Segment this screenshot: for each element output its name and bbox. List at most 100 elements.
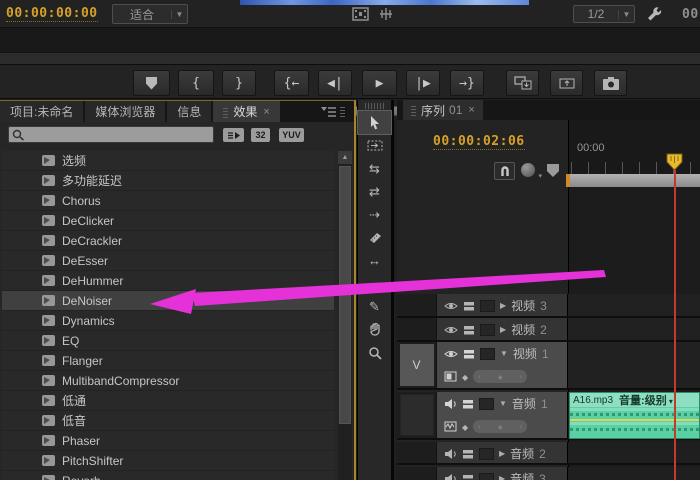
- add-marker-button[interactable]: [133, 70, 170, 96]
- effect-row[interactable]: 多功能延迟: [2, 171, 334, 191]
- film-icon[interactable]: [352, 7, 369, 21]
- slip-tool[interactable]: ↔: [358, 249, 391, 272]
- track-content[interactable]: A16.mp3 音量:级别: [568, 392, 700, 438]
- effect-row[interactable]: 低通: [2, 391, 334, 411]
- bit32-badge[interactable]: 32: [251, 128, 270, 142]
- goto-in-button[interactable]: {←: [274, 70, 309, 96]
- display-style-icon[interactable]: [463, 301, 475, 311]
- close-icon[interactable]: ×: [468, 104, 474, 116]
- disclosure-triangle-icon[interactable]: [499, 449, 505, 458]
- source-patch-audio[interactable]: [400, 394, 434, 436]
- display-style-icon[interactable]: [462, 449, 474, 459]
- speaker-icon[interactable]: [444, 448, 457, 460]
- keyframe-diamond-icon[interactable]: [462, 419, 468, 433]
- wrench-icon[interactable]: [645, 5, 663, 23]
- effect-row[interactable]: Chorus: [2, 191, 334, 211]
- keyframe-nav-control[interactable]: [473, 370, 527, 383]
- sync-lock-toggle[interactable]: [479, 473, 494, 480]
- marker-menu-button[interactable]: [521, 163, 535, 177]
- disclosure-triangle-icon[interactable]: [499, 474, 505, 480]
- tab-project[interactable]: 项目:未命名: [0, 101, 83, 122]
- effects-scrollbar[interactable]: ▲: [338, 151, 352, 480]
- work-area-bar[interactable]: [570, 174, 700, 187]
- accelerated-effects-badge[interactable]: [223, 128, 244, 142]
- fit-select[interactable]: 适合 ▼: [112, 4, 188, 24]
- track-content[interactable]: [568, 442, 700, 463]
- step-back-button[interactable]: ◀|: [318, 70, 352, 96]
- clip-volume-dropdown[interactable]: 音量:级别: [619, 392, 673, 408]
- snap-toggle[interactable]: [494, 162, 515, 180]
- sync-lock-toggle[interactable]: [480, 324, 495, 336]
- duration-timecode[interactable]: 00:: [682, 7, 700, 22]
- tab-effects[interactable]: 效果 ×: [213, 101, 279, 122]
- source-patch-video[interactable]: V: [400, 344, 434, 386]
- tab-media-browser[interactable]: 媒体浏览器: [85, 101, 165, 122]
- audio-clip[interactable]: A16.mp3 音量:级别: [569, 392, 700, 439]
- mark-out-button[interactable]: }: [222, 70, 256, 96]
- disclosure-triangle-icon[interactable]: [499, 399, 507, 408]
- effect-row[interactable]: 选频: [2, 151, 334, 171]
- hand-tool[interactable]: [358, 318, 391, 341]
- effect-row[interactable]: 低音: [2, 411, 334, 431]
- track-content[interactable]: [568, 467, 700, 480]
- selection-tool[interactable]: [358, 111, 391, 134]
- effect-row[interactable]: Phaser: [2, 431, 334, 451]
- disclosure-triangle-icon[interactable]: [500, 301, 506, 310]
- mark-in-button[interactable]: {: [178, 70, 214, 96]
- search-input[interactable]: [29, 129, 213, 141]
- playhead[interactable]: [666, 153, 683, 171]
- tab-info[interactable]: 信息: [167, 101, 211, 122]
- speaker-icon[interactable]: [444, 473, 457, 480]
- display-style-icon[interactable]: [462, 399, 474, 409]
- keyframe-nav-control[interactable]: [473, 420, 527, 433]
- effect-row[interactable]: MultibandCompressor: [2, 371, 334, 391]
- tab-sequence[interactable]: 序列 01 ×: [403, 100, 483, 120]
- track-content[interactable]: [568, 342, 700, 388]
- track-content[interactable]: [568, 294, 700, 316]
- timeline-marker-icon[interactable]: [547, 164, 559, 177]
- rate-stretch-tool[interactable]: ⇢: [358, 203, 391, 226]
- effect-row[interactable]: DeEsser: [2, 251, 334, 271]
- sync-lock-toggle[interactable]: [479, 448, 494, 460]
- eye-icon[interactable]: [444, 301, 458, 311]
- volume-rubber-band[interactable]: [570, 419, 699, 421]
- keyframe-diamond-icon[interactable]: [462, 369, 468, 383]
- sequence-timecode[interactable]: 00:00:02:06: [433, 134, 525, 150]
- effect-row[interactable]: Dynamics: [2, 311, 334, 331]
- effects-search[interactable]: [8, 126, 214, 143]
- scrollbar-thumb[interactable]: [339, 166, 351, 424]
- sync-lock-toggle[interactable]: [479, 398, 494, 410]
- export-frame-button[interactable]: [594, 70, 627, 96]
- razor-tool[interactable]: [358, 226, 391, 249]
- scroll-up-icon[interactable]: ▲: [338, 151, 352, 164]
- effect-row[interactable]: EQ: [2, 331, 334, 351]
- ripple-edit-tool[interactable]: ⇆: [358, 157, 391, 180]
- effect-row[interactable]: PitchShifter: [2, 451, 334, 471]
- display-style-icon[interactable]: [463, 325, 475, 335]
- panel-menu-icon[interactable]: [320, 106, 336, 118]
- track-content[interactable]: [568, 318, 700, 340]
- effect-row-denoiser[interactable]: DeNoiser: [2, 291, 334, 311]
- track-select-tool[interactable]: [358, 134, 391, 157]
- eye-icon[interactable]: [444, 349, 458, 359]
- pen-tool[interactable]: ✎: [358, 295, 391, 318]
- effect-row[interactable]: Reverb: [2, 471, 334, 480]
- export-to-tape-button[interactable]: [506, 70, 539, 96]
- speaker-icon[interactable]: [444, 398, 457, 410]
- lift-button[interactable]: [550, 70, 583, 96]
- slide-tool[interactable]: ⇔: [358, 272, 391, 295]
- rolling-edit-tool[interactable]: ⇄: [358, 180, 391, 203]
- goto-out-button[interactable]: →}: [450, 70, 484, 96]
- disclosure-triangle-icon[interactable]: [500, 349, 508, 358]
- display-style-icon[interactable]: [463, 349, 475, 359]
- step-forward-button[interactable]: |▶: [406, 70, 440, 96]
- effect-row[interactable]: Flanger: [2, 351, 334, 371]
- zoom-level-select[interactable]: 1/2 ▼: [573, 5, 635, 23]
- eye-icon[interactable]: [444, 325, 458, 335]
- sync-lock-toggle[interactable]: [480, 300, 495, 312]
- set-display-style-icon[interactable]: [444, 371, 457, 382]
- disclosure-triangle-icon[interactable]: [500, 325, 506, 334]
- effect-row[interactable]: DeCrackler: [2, 231, 334, 251]
- audio-waveform-icon[interactable]: [377, 7, 395, 21]
- yuv-badge[interactable]: YUV: [279, 128, 304, 142]
